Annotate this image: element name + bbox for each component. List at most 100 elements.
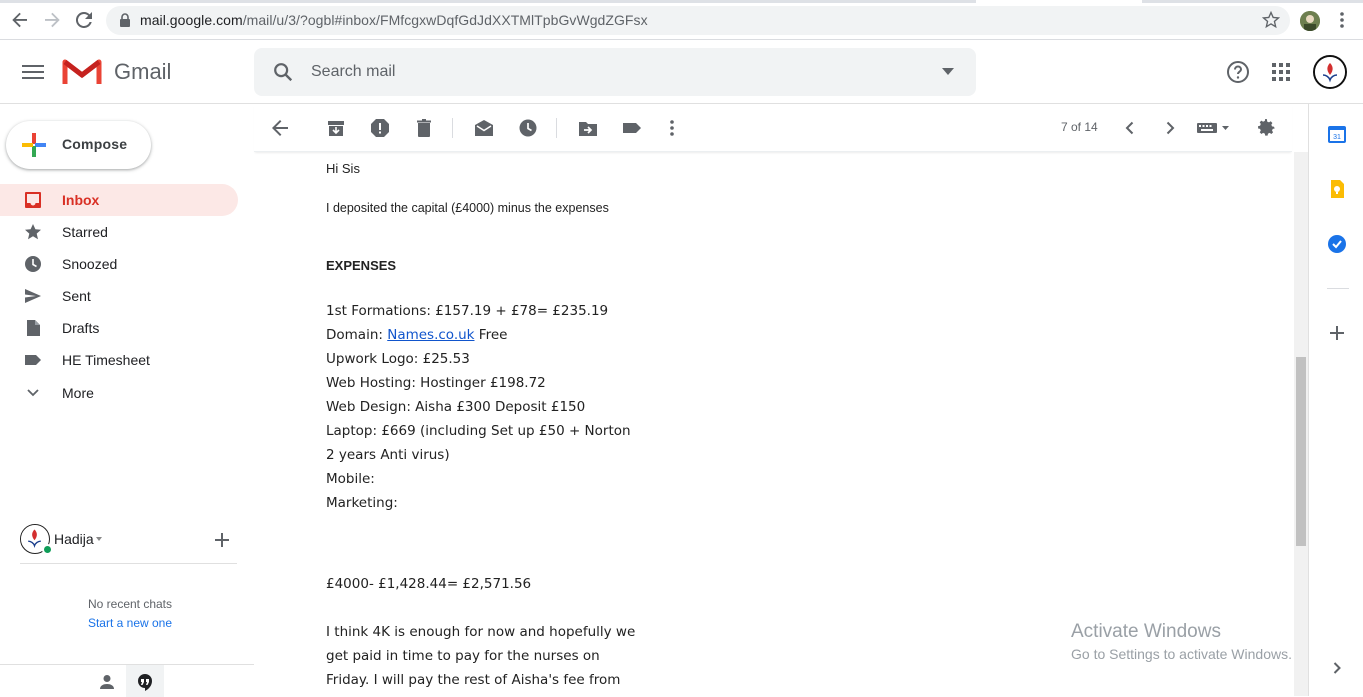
- expense-logo: Upwork Logo: £25.53: [326, 351, 470, 367]
- email-view: Hi Sis I deposited the capital (£4000) m…: [254, 152, 1294, 696]
- compose-label: Compose: [62, 136, 128, 152]
- sidebar-item-he-timesheet[interactable]: HE Timesheet: [0, 344, 238, 376]
- hangouts-quote-icon: [138, 674, 152, 691]
- calculation-text: £4000- £1,428.44= £2,571.56: [326, 576, 532, 592]
- star-icon: [25, 224, 41, 240]
- report-spam-icon[interactable]: [370, 118, 390, 138]
- hangouts-chat-tab[interactable]: [126, 665, 164, 697]
- sidebar-item-more[interactable]: More: [0, 376, 238, 408]
- newer-chevron-left-icon[interactable]: [1120, 118, 1140, 138]
- tasks-icon[interactable]: [1327, 234, 1347, 254]
- add-addon-plus-icon[interactable]: [1327, 323, 1347, 343]
- pagination-count: 7 of 14: [1061, 120, 1098, 134]
- move-to-icon[interactable]: [578, 118, 598, 138]
- new-chat-plus-icon[interactable]: [214, 532, 230, 548]
- compose-button[interactable]: Compose: [6, 121, 151, 169]
- hangouts-user-name[interactable]: Hadija: [54, 531, 94, 547]
- svg-text:31: 31: [1333, 134, 1341, 141]
- inbox-icon: [25, 192, 41, 208]
- back-arrow-icon[interactable]: [10, 10, 30, 30]
- expense-design: Web Design: Aisha £300 Deposit £150: [326, 399, 586, 415]
- reload-icon[interactable]: [74, 10, 94, 30]
- scrollbar-thumb[interactable]: [1296, 357, 1306, 546]
- send-icon: [25, 289, 41, 303]
- email-scrollbar[interactable]: [1294, 152, 1308, 696]
- folder-list: Inbox Starred Snoozed Sent Drafts HE Tim…: [0, 184, 254, 408]
- labels-icon[interactable]: [622, 118, 642, 138]
- status-dropdown-icon[interactable]: [96, 537, 102, 541]
- browser-toolbar: mail.google.com/mail/u/3/?ogbl#inbox/FMf…: [0, 0, 1363, 40]
- sidebar-item-label: Drafts: [62, 320, 100, 336]
- sidebar-item-label: HE Timesheet: [62, 352, 150, 368]
- start-new-chat-link[interactable]: Start a new one: [0, 616, 260, 630]
- sidebar-item-label: Inbox: [62, 192, 100, 208]
- online-status-icon: [42, 544, 53, 555]
- apps-grid-icon[interactable]: [1272, 63, 1290, 81]
- url-text: mail.google.com/mail/u/3/?ogbl#inbox/FMf…: [140, 12, 648, 28]
- closing-paragraph: I think 4K is enough for now and hopeful…: [326, 624, 636, 688]
- sidebar-item-inbox[interactable]: Inbox: [0, 184, 238, 216]
- gmail-logo-icon[interactable]: [62, 56, 102, 86]
- more-options-icon[interactable]: [662, 118, 682, 138]
- input-tools-keyboard-icon[interactable]: [1196, 118, 1232, 138]
- tab-strip: [0, 0, 1363, 3]
- divider: [20, 563, 237, 564]
- left-sidebar: Compose Inbox Starred Snoozed Sent Draft…: [0, 104, 254, 697]
- search-icon[interactable]: [272, 61, 294, 83]
- sidebar-item-label: Starred: [62, 224, 108, 240]
- help-icon[interactable]: [1226, 60, 1250, 84]
- sidebar-item-label: More: [62, 385, 94, 401]
- calendar-icon[interactable]: 31: [1327, 124, 1347, 144]
- mark-unread-icon[interactable]: [474, 118, 494, 138]
- activate-windows-title: Activate Windows: [1071, 621, 1221, 642]
- no-recent-chats-text: No recent chats: [87, 597, 173, 611]
- main-menu-icon[interactable]: [22, 62, 44, 82]
- deposit-text: I deposited the capital (£4000) minus th…: [326, 201, 609, 215]
- search-input[interactable]: Search mail: [311, 63, 395, 81]
- sidebar-item-starred[interactable]: Starred: [0, 216, 238, 248]
- lock-icon: [120, 13, 130, 27]
- draft-icon: [27, 320, 40, 336]
- bookmark-star-icon[interactable]: [1262, 11, 1280, 29]
- app-name: Gmail: [114, 59, 172, 84]
- expense-formations: 1st Formations: £157.19 + £78= £235.19: [326, 303, 609, 319]
- clock-icon: [25, 256, 41, 272]
- browser-profile-avatar[interactable]: [1300, 11, 1320, 31]
- sidebar-item-drafts[interactable]: Drafts: [0, 312, 238, 344]
- older-chevron-right-icon[interactable]: [1160, 118, 1180, 138]
- search-box[interactable]: Search mail: [254, 48, 976, 96]
- snooze-clock-icon[interactable]: [518, 118, 538, 138]
- delete-trash-icon[interactable]: [414, 118, 434, 138]
- expenses-list: 1st Formations: £157.19 + £78= £235.19 D…: [326, 299, 636, 515]
- gmail-header: Gmail Search mail: [0, 40, 1363, 104]
- domain-link[interactable]: Names.co.uk: [387, 327, 474, 343]
- account-avatar[interactable]: [1313, 55, 1347, 89]
- activate-windows-subtitle: Go to Settings to activate Windows.: [1071, 646, 1292, 662]
- greeting-text: Hi Sis: [326, 161, 360, 176]
- contacts-person-icon[interactable]: [98, 673, 116, 691]
- address-bar[interactable]: mail.google.com/mail/u/3/?ogbl#inbox/FMf…: [106, 6, 1290, 35]
- compose-plus-icon: [22, 133, 46, 157]
- browser-menu-icon[interactable]: [1334, 10, 1350, 30]
- label-icon: [25, 355, 41, 365]
- search-options-icon[interactable]: [942, 68, 954, 76]
- chevron-down-icon: [27, 389, 39, 397]
- toolbar-divider: [452, 118, 453, 138]
- toolbar-divider: [556, 118, 557, 138]
- expand-panel-chevron-icon[interactable]: [1327, 658, 1347, 678]
- keep-icon[interactable]: [1327, 179, 1347, 199]
- sidebar-item-snoozed[interactable]: Snoozed: [0, 248, 238, 280]
- hangouts-tabs: [0, 664, 254, 697]
- side-panel: 31: [1308, 104, 1363, 696]
- archive-icon[interactable]: [326, 118, 346, 138]
- sidebar-item-label: Snoozed: [62, 256, 118, 272]
- settings-gear-icon[interactable]: [1256, 118, 1276, 138]
- back-to-inbox-icon[interactable]: [270, 118, 290, 138]
- sidebar-item-sent[interactable]: Sent: [0, 280, 238, 312]
- expense-mobile: Mobile:: [326, 471, 375, 487]
- expense-hosting: Web Hosting: Hostinger £198.72: [326, 375, 546, 391]
- expense-laptop: Laptop: £669 (including Set up £50 + Nor…: [326, 423, 631, 463]
- forward-arrow-icon[interactable]: [42, 10, 62, 30]
- expense-marketing: Marketing:: [326, 495, 398, 511]
- expense-domain: Domain: Names.co.uk Free: [326, 327, 508, 343]
